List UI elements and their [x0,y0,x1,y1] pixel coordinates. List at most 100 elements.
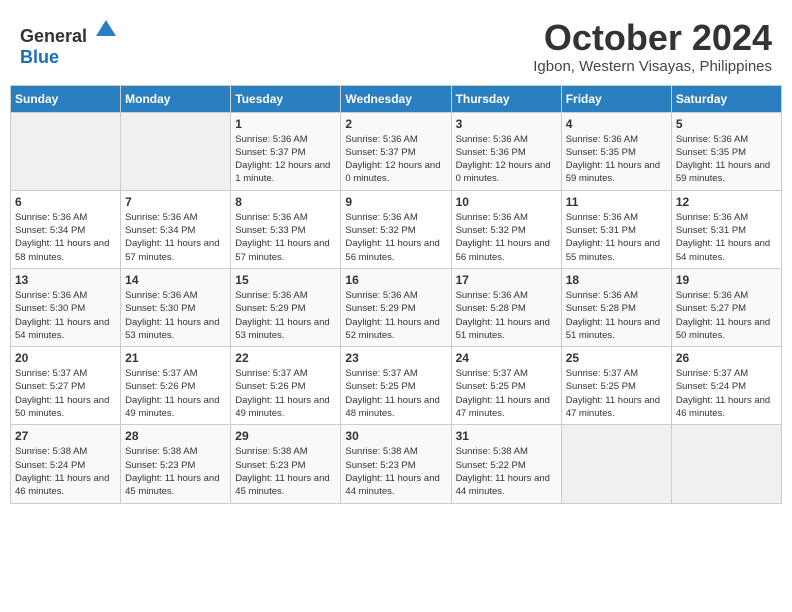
calendar-cell: 8 Sunrise: 5:36 AMSunset: 5:33 PMDaylight… [231,190,341,268]
day-info: Sunrise: 5:37 AMSunset: 5:27 PMDaylight:… [15,367,116,420]
day-number: 8 [235,195,336,209]
calendar-cell: 17 Sunrise: 5:36 AMSunset: 5:28 PMDayligh… [451,268,561,346]
day-info: Sunrise: 5:37 AMSunset: 5:24 PMDaylight:… [676,367,777,420]
day-number: 21 [125,351,226,365]
day-info: Sunrise: 5:36 AMSunset: 5:34 PMDaylight:… [15,211,116,264]
calendar-cell [671,425,781,503]
calendar-cell: 22Sunrise: 5:37 AMSunset: 5:26 PMDayligh… [231,347,341,425]
day-info: Sunrise: 5:37 AMSunset: 5:26 PMDaylight:… [235,367,336,420]
day-number: 6 [15,195,116,209]
day-number: 29 [235,429,336,443]
day-info: Sunrise: 5:37 AMSunset: 5:26 PMDaylight:… [125,367,226,420]
day-number: 11 [566,195,667,209]
calendar-cell: 13 Sunrise: 5:36 AMSunset: 5:30 PMDayligh… [11,268,121,346]
day-number: 27 [15,429,116,443]
day-number: 17 [456,273,557,287]
location-title: Igbon, Western Visayas, Philippines [533,58,772,75]
logo-blue: Blue [20,47,59,67]
day-info: Sunrise: 5:37 AMSunset: 5:25 PMDaylight:… [345,367,446,420]
calendar-cell: 10 Sunrise: 5:36 AMSunset: 5:32 PMDayligh… [451,190,561,268]
calendar-cell: 27 Sunrise: 5:38 AMSunset: 5:24 PMDayligh… [11,425,121,503]
day-info: Sunrise: 5:36 AMSunset: 5:30 PMDaylight:… [15,289,116,342]
header-row: SundayMondayTuesdayWednesdayThursdayFrid… [11,85,782,112]
day-number: 26 [676,351,777,365]
day-number: 23 [345,351,446,365]
week-row-0: 1 Sunrise: 5:36 AMSunset: 5:37 PMDaylight… [11,112,782,190]
page-header: General Blue October 2024 Igbon, Western… [10,10,782,79]
day-number: 3 [456,117,557,131]
calendar-cell: 20 Sunrise: 5:37 AMSunset: 5:27 PMDayligh… [11,347,121,425]
logo-general: General [20,26,87,46]
day-header-saturday: Saturday [671,85,781,112]
calendar-cell: 7 Sunrise: 5:36 AMSunset: 5:34 PMDaylight… [121,190,231,268]
week-row-2: 13 Sunrise: 5:36 AMSunset: 5:30 PMDayligh… [11,268,782,346]
day-number: 14 [125,273,226,287]
calendar-cell [121,112,231,190]
calendar-cell: 21 Sunrise: 5:37 AMSunset: 5:26 PMDayligh… [121,347,231,425]
calendar-cell: 18 Sunrise: 5:36 AMSunset: 5:28 PMDayligh… [561,268,671,346]
calendar-cell: 16Sunrise: 5:36 AMSunset: 5:29 PMDayligh… [341,268,451,346]
day-info: Sunrise: 5:38 AMSunset: 5:22 PMDaylight:… [456,445,557,498]
day-info: Sunrise: 5:36 AMSunset: 5:31 PMDaylight:… [676,211,777,264]
day-header-wednesday: Wednesday [341,85,451,112]
calendar-cell: 11 Sunrise: 5:36 AMSunset: 5:31 PMDayligh… [561,190,671,268]
logo-icon [94,18,118,42]
calendar-cell: 24 Sunrise: 5:37 AMSunset: 5:25 PMDayligh… [451,347,561,425]
day-number: 20 [15,351,116,365]
day-number: 31 [456,429,557,443]
day-info: Sunrise: 5:36 AMSunset: 5:31 PMDaylight:… [566,211,667,264]
day-info: Sunrise: 5:38 AMSunset: 5:23 PMDaylight:… [235,445,336,498]
logo-text: General Blue [20,18,118,68]
calendar-cell: 12Sunrise: 5:36 AMSunset: 5:31 PMDayligh… [671,190,781,268]
day-info: Sunrise: 5:37 AMSunset: 5:25 PMDaylight:… [456,367,557,420]
week-row-3: 20 Sunrise: 5:37 AMSunset: 5:27 PMDayligh… [11,347,782,425]
week-row-1: 6 Sunrise: 5:36 AMSunset: 5:34 PMDaylight… [11,190,782,268]
day-number: 28 [125,429,226,443]
day-header-tuesday: Tuesday [231,85,341,112]
day-number: 5 [676,117,777,131]
logo: General Blue [20,18,118,68]
title-section: October 2024 Igbon, Western Visayas, Phi… [533,18,772,75]
calendar-cell [11,112,121,190]
day-header-sunday: Sunday [11,85,121,112]
day-info: Sunrise: 5:36 AMSunset: 5:32 PMDaylight:… [456,211,557,264]
day-info: Sunrise: 5:36 AMSunset: 5:35 PMDaylight:… [676,133,777,186]
calendar-cell [561,425,671,503]
day-info: Sunrise: 5:36 AMSunset: 5:37 PMDaylight:… [345,133,446,186]
day-info: Sunrise: 5:36 AMSunset: 5:30 PMDaylight:… [125,289,226,342]
day-info: Sunrise: 5:38 AMSunset: 5:23 PMDaylight:… [125,445,226,498]
day-number: 4 [566,117,667,131]
calendar-cell: 29 Sunrise: 5:38 AMSunset: 5:23 PMDayligh… [231,425,341,503]
day-number: 1 [235,117,336,131]
day-info: Sunrise: 5:36 AMSunset: 5:33 PMDaylight:… [235,211,336,264]
calendar-cell: 19Sunrise: 5:36 AMSunset: 5:27 PMDayligh… [671,268,781,346]
day-number: 24 [456,351,557,365]
calendar-cell: 14 Sunrise: 5:36 AMSunset: 5:30 PMDayligh… [121,268,231,346]
day-number: 13 [15,273,116,287]
calendar-table: SundayMondayTuesdayWednesdayThursdayFrid… [10,85,782,504]
day-info: Sunrise: 5:36 AMSunset: 5:32 PMDaylight:… [345,211,446,264]
day-info: Sunrise: 5:38 AMSunset: 5:24 PMDaylight:… [15,445,116,498]
calendar-cell: 4Sunrise: 5:36 AMSunset: 5:35 PMDaylight… [561,112,671,190]
calendar-cell: 1 Sunrise: 5:36 AMSunset: 5:37 PMDaylight… [231,112,341,190]
day-info: Sunrise: 5:36 AMSunset: 5:27 PMDaylight:… [676,289,777,342]
calendar-cell: 31 Sunrise: 5:38 AMSunset: 5:22 PMDayligh… [451,425,561,503]
day-info: Sunrise: 5:36 AMSunset: 5:28 PMDaylight:… [566,289,667,342]
calendar-cell: 2Sunrise: 5:36 AMSunset: 5:37 PMDaylight… [341,112,451,190]
day-info: Sunrise: 5:36 AMSunset: 5:29 PMDaylight:… [235,289,336,342]
day-info: Sunrise: 5:36 AMSunset: 5:28 PMDaylight:… [456,289,557,342]
day-number: 18 [566,273,667,287]
day-number: 10 [456,195,557,209]
day-header-monday: Monday [121,85,231,112]
day-number: 30 [345,429,446,443]
calendar-body: 1 Sunrise: 5:36 AMSunset: 5:37 PMDaylight… [11,112,782,503]
day-info: Sunrise: 5:36 AMSunset: 5:37 PMDaylight:… [235,133,336,186]
calendar-cell: 25 Sunrise: 5:37 AMSunset: 5:25 PMDayligh… [561,347,671,425]
day-info: Sunrise: 5:37 AMSunset: 5:25 PMDaylight:… [566,367,667,420]
day-number: 25 [566,351,667,365]
calendar-header: SundayMondayTuesdayWednesdayThursdayFrid… [11,85,782,112]
day-info: Sunrise: 5:36 AMSunset: 5:34 PMDaylight:… [125,211,226,264]
calendar-cell: 30Sunrise: 5:38 AMSunset: 5:23 PMDayligh… [341,425,451,503]
day-header-thursday: Thursday [451,85,561,112]
day-number: 7 [125,195,226,209]
